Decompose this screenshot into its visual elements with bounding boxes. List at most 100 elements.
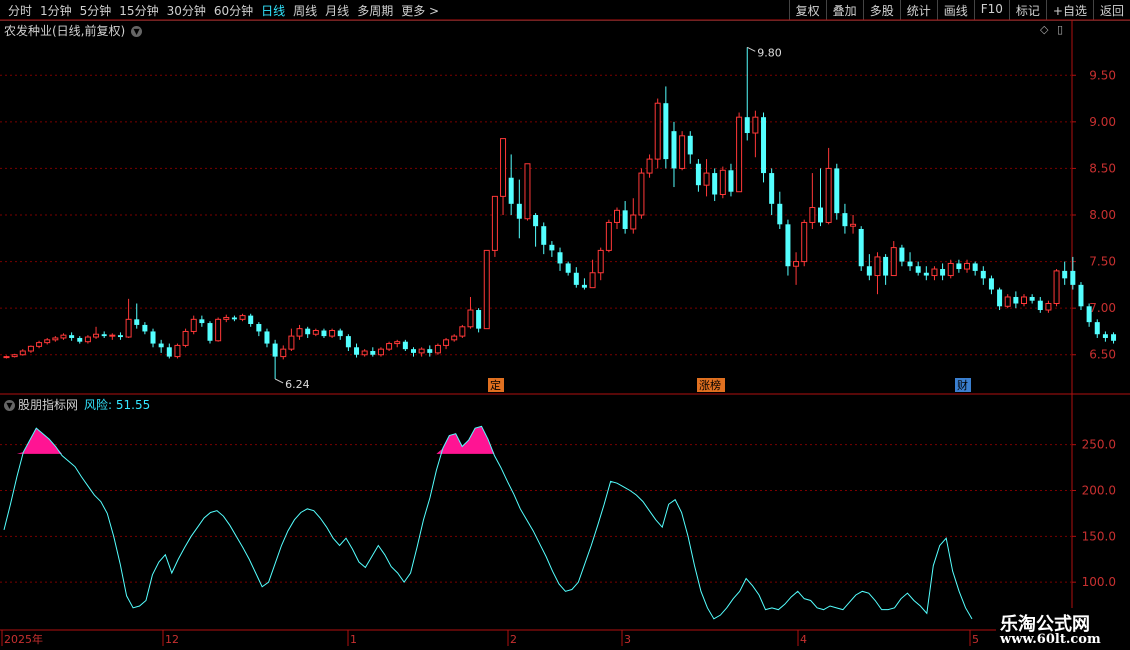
candle-body-up [312,330,319,335]
candle-body-up [467,309,474,328]
candle-body-up [654,102,661,160]
candle-body-down [427,349,433,353]
candle-body-up [377,348,384,356]
candle-body-down [557,252,563,264]
candle-body-up [801,221,808,263]
candle-body-up [223,316,230,320]
candle-body-up [109,334,116,337]
candle-body-down [199,319,205,324]
candle-body-up [874,256,881,277]
candle-body-up [809,207,816,223]
candle-body-down [980,270,986,279]
candle-body-down [370,351,376,355]
candle-body-down [1062,270,1068,279]
candle-body-down [134,319,140,325]
candle-body-up [215,318,222,342]
candle-body-down [834,168,840,214]
candle-body-down [166,347,172,357]
candle-body-down [69,335,75,338]
candle-body-down [516,203,522,219]
candle-body-down [573,272,579,285]
date-label: 3 [624,633,631,646]
candle-body-down [256,323,262,332]
candle-body-up [630,214,637,230]
candle-body-down [508,177,514,204]
candle-body-down [923,272,929,276]
candle-body-down [842,213,848,227]
candle-body-down [1078,284,1084,307]
candle-body-up [11,354,18,358]
candle-body-up [1053,270,1060,305]
price-tick-label: 9.00 [1089,115,1116,129]
candle-body-down [687,135,693,155]
candle-body-up [182,330,189,346]
candle-body-down [305,328,311,335]
stock-chart[interactable]: 6.50 7.00 7.50 8.00 8.50 9.00 9.50 9.80 6.24 定 涨榜 财… [0,0,1130,650]
candle-body-up [329,330,336,337]
candle-body-up [174,344,181,358]
candle-body-down [476,310,482,329]
candle-body-down [915,266,921,273]
candle-body-down [264,331,270,344]
candle-body-up [483,249,490,330]
candle-body-down [761,117,767,174]
candle-body-down [997,289,1003,307]
candle-body-down [728,170,734,192]
candle-body-up [736,116,743,193]
candle-body-up [361,350,368,356]
risk-area [16,428,63,454]
candle-body-up [44,339,51,344]
chevron-down-icon[interactable]: ▼ [4,400,15,411]
candle-body-down [541,226,547,245]
candle-body-up [190,318,197,332]
candle-body-up [931,268,938,277]
candle-body-down [1111,334,1117,341]
candle-body-up [84,336,91,343]
candle-body-up [719,169,726,196]
candle-body-up [52,337,59,341]
min-pointer [274,378,284,384]
candle-body-up [890,247,897,277]
candle-body-down [883,256,889,276]
candle-body-up [638,172,645,216]
candle-body-down [777,203,783,225]
date-label: 1 [350,633,357,646]
price-tick-label: 7.50 [1089,255,1116,269]
candle-body-up [1045,303,1052,311]
candle-body-down [207,323,213,341]
candle-body-up [752,116,759,134]
risk-area [436,426,495,454]
candle-body-up [36,342,43,347]
price-tick-label: 9.50 [1089,68,1116,82]
candle-body-down [663,103,669,160]
candle-body-down [117,335,123,338]
candle-body-down [671,131,677,169]
candle-body-down [899,247,905,262]
price-tick-label: 6.50 [1089,348,1116,362]
candle-body-down [1029,296,1035,301]
date-label: 12 [165,633,179,646]
candle-body-down [695,163,701,186]
candle-body-up [703,172,710,186]
candle-body-up [1004,296,1011,307]
candle-body-up [60,334,67,339]
indicator-tick-label: 200.0 [1082,484,1116,498]
indicator-title[interactable]: ▼ 股朋指标网 风险: 51.55 [4,396,150,413]
candle-body-up [614,209,620,223]
candle-body-up [964,262,971,270]
candle-body-down [858,228,864,267]
candle-body-up [443,339,450,346]
candle-body-up [93,333,100,338]
candle-body-down [321,330,327,337]
watermark: 乐淘公式网 www.60lt.com [996,608,1130,650]
candle-body-up [825,167,832,223]
risk-value: 风险: 51.55 [84,398,151,412]
date-label: 2025年 [4,632,43,646]
max-label: 9.80 [757,46,782,59]
date-label: 4 [800,633,807,646]
risk-line [3,425,973,620]
candle-body-down [411,349,416,353]
event-tag-label: 财 [957,378,968,392]
candle-body-down [248,315,254,324]
indicator-tick-label: 100.0 [1082,575,1116,589]
